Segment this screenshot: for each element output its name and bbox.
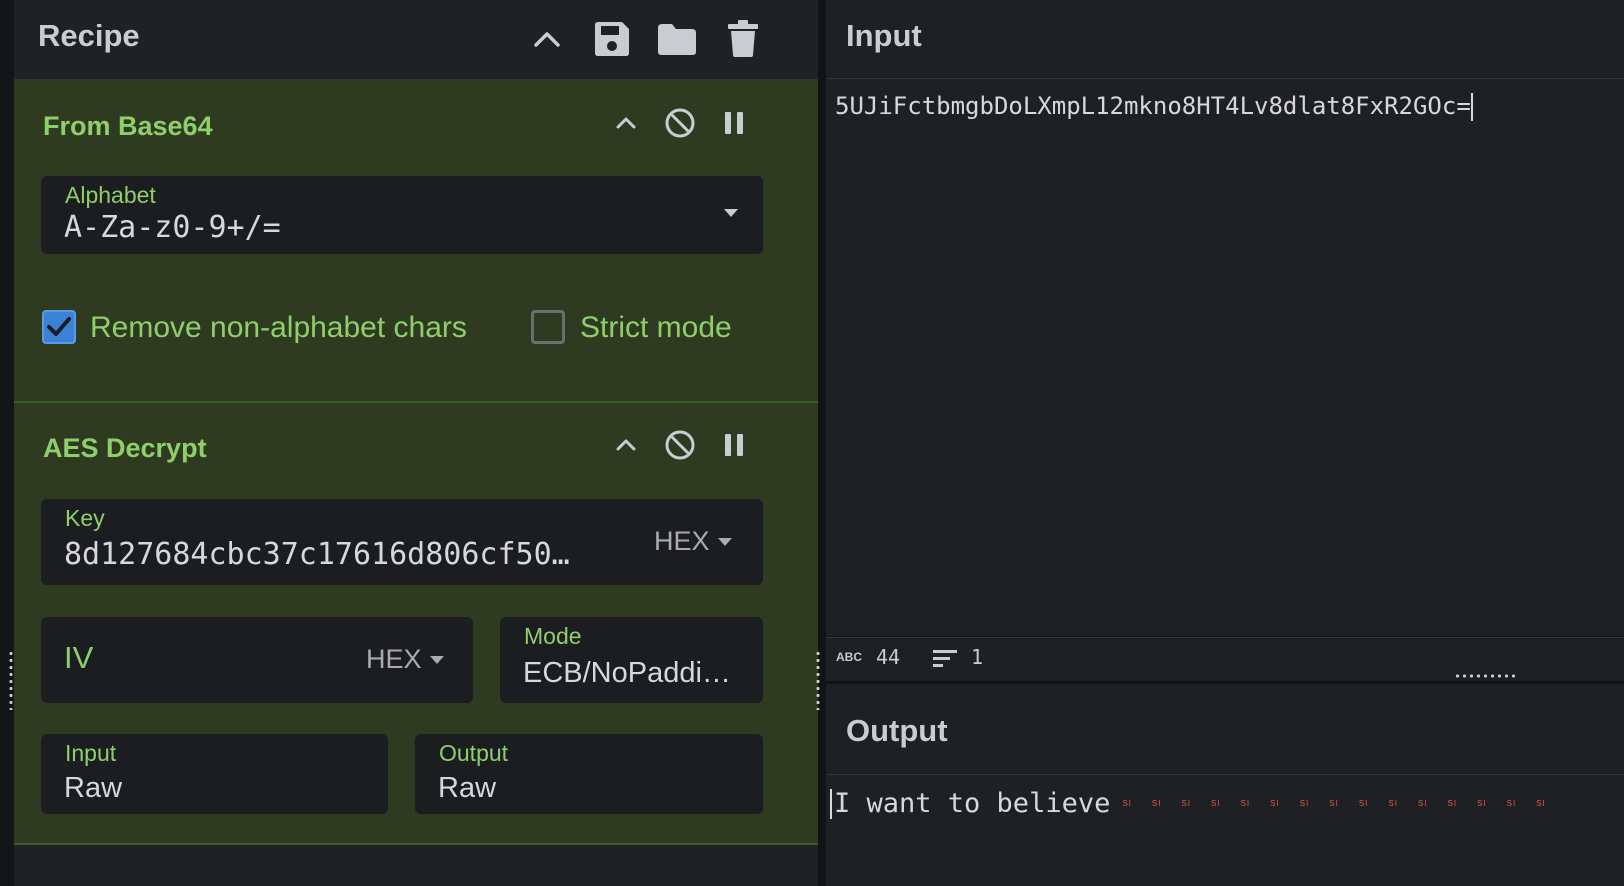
remove-non-alphabet-label[interactable]: Remove non-alphabet chars [90, 311, 467, 345]
iv-encoding-label: HEX [366, 644, 422, 674]
operation-divider [14, 843, 818, 845]
iv-label: IV [64, 640, 94, 675]
mode-value: ECB/NoPaddi… [523, 657, 731, 689]
alphabet-label: Alphabet [65, 182, 156, 208]
dropdown-caret-icon [429, 655, 444, 664]
header-divider [826, 774, 1624, 775]
resize-handle[interactable] [1454, 674, 1516, 678]
breakpoint-pause-icon[interactable] [714, 425, 754, 465]
disable-icon[interactable] [660, 103, 700, 143]
alphabet-select[interactable]: Alphabet A-Za-z0-9+/= [41, 176, 763, 254]
iv-encoding-select[interactable]: HEX [366, 644, 444, 675]
input-text: 5UJiFctbmgbDoLXmpL12mkno8HT4Lv8dlat8FxR2… [835, 92, 1471, 120]
length-abc-icon: ABC [836, 650, 862, 664]
output-text: I want to believe [834, 788, 1111, 819]
output-text-area[interactable]: I want to believe SI SI SI SI SI SI SI SI SI SI SI… [830, 788, 1546, 819]
key-encoding-select[interactable]: HEX [654, 526, 732, 557]
key-encoding-label: HEX [654, 526, 710, 556]
control-char-marker: SI [1388, 799, 1398, 808]
control-char-marker: SI [1151, 799, 1162, 808]
breakpoint-pause-icon[interactable] [714, 103, 754, 143]
collapse-chevron-icon[interactable] [606, 103, 646, 143]
control-char-marker: SI [1181, 799, 1192, 808]
key-field[interactable]: Key 8d127684cbc37c17616d806cf50… HEX [41, 499, 763, 585]
input-length: 44 [876, 645, 901, 669]
text-cursor [830, 788, 832, 819]
control-char-marker: SI [1536, 799, 1546, 808]
control-char-marker: SI [1358, 799, 1369, 808]
control-char-marker: SI [1299, 799, 1310, 808]
control-chars: SI SI SI SI SI SI SI SI SI SI SI SI SI SI SI [1122, 799, 1545, 808]
recipe-title: Recipe [38, 18, 140, 53]
operation-title: AES Decrypt [43, 433, 207, 463]
strict-mode-label[interactable]: Strict mode [580, 311, 732, 345]
mode-label: Mode [524, 623, 582, 649]
control-char-marker: SI [1122, 799, 1132, 808]
control-char-marker: SI [1211, 799, 1221, 808]
collapse-chevron-icon[interactable] [606, 425, 646, 465]
disable-icon[interactable] [660, 425, 700, 465]
output-format-label: Output [439, 740, 509, 766]
key-label: Key [65, 505, 105, 531]
checkmark-icon [47, 317, 71, 336]
iv-field[interactable]: IV HEX [41, 617, 473, 703]
dropdown-caret-icon [717, 537, 732, 546]
pane-splitter[interactable] [818, 0, 826, 886]
control-char-marker: SI [1477, 799, 1487, 808]
control-char-marker: SI [1270, 799, 1280, 808]
key-value[interactable]: 8d127684cbc37c17616d806cf50… [64, 537, 604, 572]
header-divider [826, 78, 1624, 79]
control-char-marker: SI [1447, 799, 1458, 808]
remove-non-alphabet-checkbox[interactable] [42, 310, 76, 344]
input-format-select[interactable]: Input Raw [41, 734, 388, 814]
control-char-marker: SI [1329, 799, 1339, 808]
mode-select[interactable]: Mode ECB/NoPaddi… [500, 617, 763, 703]
input-textarea[interactable]: 5UJiFctbmgbDoLXmpL12mkno8HT4Lv8dlat8FxR2… [835, 92, 1473, 121]
trash-icon[interactable] [718, 14, 768, 64]
lines-icon [933, 648, 959, 673]
output-format-value: Raw [438, 772, 497, 804]
folder-icon[interactable] [652, 14, 702, 64]
save-icon[interactable] [587, 14, 637, 64]
chevron-up-icon[interactable] [522, 14, 572, 64]
dropdown-caret-icon [724, 209, 738, 217]
control-char-marker: SI [1417, 799, 1428, 808]
output-format-select[interactable]: Output Raw [415, 734, 763, 814]
strict-mode-checkbox[interactable] [531, 310, 565, 344]
control-char-marker: SI [1506, 799, 1517, 808]
input-lines: 1 [971, 645, 984, 669]
input-format-value: Raw [64, 772, 123, 804]
left-gutter [0, 0, 14, 886]
input-title: Input [846, 18, 922, 53]
left-resize-handle[interactable] [9, 650, 13, 710]
operation-title: From Base64 [43, 111, 213, 141]
input-format-label: Input [65, 740, 117, 766]
text-cursor [1470, 93, 1473, 121]
splitter-grip[interactable] [816, 650, 820, 710]
output-title: Output [846, 713, 948, 748]
alphabet-value: A-Za-z0-9+/= [64, 210, 281, 245]
control-char-marker: SI [1240, 799, 1251, 808]
